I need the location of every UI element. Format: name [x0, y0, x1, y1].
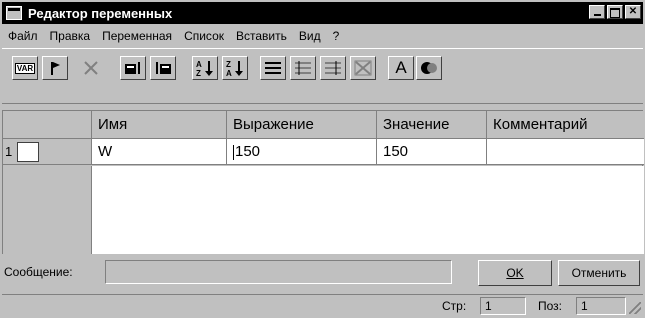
row-number: 1 — [5, 144, 13, 159]
font-button[interactable]: A — [388, 56, 414, 80]
svg-text:A: A — [196, 60, 202, 69]
menu-list[interactable]: Список — [184, 29, 224, 43]
cell-name[interactable]: W — [92, 139, 227, 165]
align-lines-icon — [295, 61, 311, 75]
cancel-button[interactable]: Отменить — [558, 260, 640, 286]
insert-before-button[interactable] — [120, 56, 146, 80]
status-bar: Стр: 1 Поз: 1 — [2, 294, 643, 316]
clear-button[interactable] — [350, 56, 376, 80]
sort-descending-button[interactable]: ZA — [222, 56, 248, 80]
text-cursor — [233, 144, 234, 160]
line-label: Стр: — [442, 299, 467, 313]
toolbar: VAR AZ ZA A — [2, 48, 643, 104]
svg-text:A: A — [226, 69, 232, 77]
table-row[interactable]: 1 W 150 150 — [3, 139, 644, 165]
title-bar: Редактор переменных ✕ — [2, 2, 643, 24]
delete-button[interactable] — [78, 56, 104, 80]
empty-grid-area[interactable] — [92, 166, 644, 254]
clear-icon — [354, 60, 372, 76]
sort-ascending-icon: AZ — [196, 60, 213, 77]
pos-value: 1 — [576, 297, 626, 315]
sort-ascending-button[interactable]: AZ — [192, 56, 218, 80]
message-row: Сообщение: OK Отменить — [2, 258, 643, 288]
cell-value[interactable]: 150 — [377, 139, 487, 165]
column-header-comment[interactable]: Комментарий — [487, 111, 644, 139]
resize-grip-icon[interactable] — [629, 302, 641, 314]
align-lines2-button[interactable] — [320, 56, 346, 80]
pos-label: Поз: — [538, 299, 562, 313]
flag-button[interactable] — [42, 56, 68, 80]
var-button[interactable]: VAR — [12, 56, 38, 80]
align-left-icon — [265, 62, 281, 74]
align-left-button[interactable] — [260, 56, 286, 80]
message-label: Сообщение: — [4, 265, 73, 279]
row-checkbox[interactable] — [17, 141, 39, 162]
variables-grid: Имя Выражение Значение Комментарий 1 W 1… — [2, 110, 644, 254]
menu-help[interactable]: ? — [333, 29, 340, 43]
var-icon: VAR — [14, 62, 36, 74]
sort-descending-icon: ZA — [226, 60, 243, 77]
ok-button-label: OK — [506, 266, 524, 280]
color-icon — [421, 62, 437, 74]
menu-bar: Файл Правка Переменная Список Вставить В… — [2, 26, 643, 46]
cell-comment[interactable] — [487, 139, 644, 165]
flag-icon — [51, 62, 60, 75]
cell-expression[interactable]: 150 — [227, 139, 377, 165]
ok-button[interactable]: OK — [478, 260, 552, 286]
column-header-expression[interactable]: Выражение — [227, 111, 377, 139]
delete-x-icon — [84, 61, 98, 75]
column-header-value[interactable]: Значение — [377, 111, 487, 139]
menu-edit[interactable]: Правка — [50, 29, 91, 43]
window-icon — [6, 6, 22, 20]
align-lines-button[interactable] — [290, 56, 316, 80]
row-header: 1 — [3, 139, 92, 164]
grid-header: Имя Выражение Значение Комментарий — [3, 111, 644, 139]
menu-insert[interactable]: Вставить — [236, 29, 287, 43]
insert-after-button[interactable] — [150, 56, 176, 80]
window-title: Редактор переменных — [28, 5, 173, 21]
line-value: 1 — [480, 297, 526, 315]
row-header-corner — [3, 111, 92, 139]
cell-expression-text: 150 — [235, 143, 261, 160]
maximize-icon[interactable] — [607, 5, 623, 19]
svg-text:Z: Z — [226, 60, 231, 69]
close-icon[interactable]: ✕ — [625, 5, 641, 19]
insert-after-icon — [156, 62, 171, 74]
column-header-name[interactable]: Имя — [92, 111, 227, 139]
message-field — [105, 260, 452, 284]
color-button[interactable] — [416, 56, 442, 80]
align-lines2-icon — [325, 61, 341, 75]
variable-editor-window: Редактор переменных ✕ Файл Правка Переме… — [0, 0, 645, 318]
menu-file[interactable]: Файл — [8, 29, 38, 43]
menu-variable[interactable]: Переменная — [102, 29, 172, 43]
menu-view[interactable]: Вид — [299, 29, 321, 43]
empty-row-header-area — [3, 166, 92, 254]
font-icon: A — [395, 58, 407, 77]
insert-before-icon — [125, 62, 140, 74]
svg-text:Z: Z — [196, 69, 201, 77]
minimize-icon[interactable] — [589, 5, 605, 19]
